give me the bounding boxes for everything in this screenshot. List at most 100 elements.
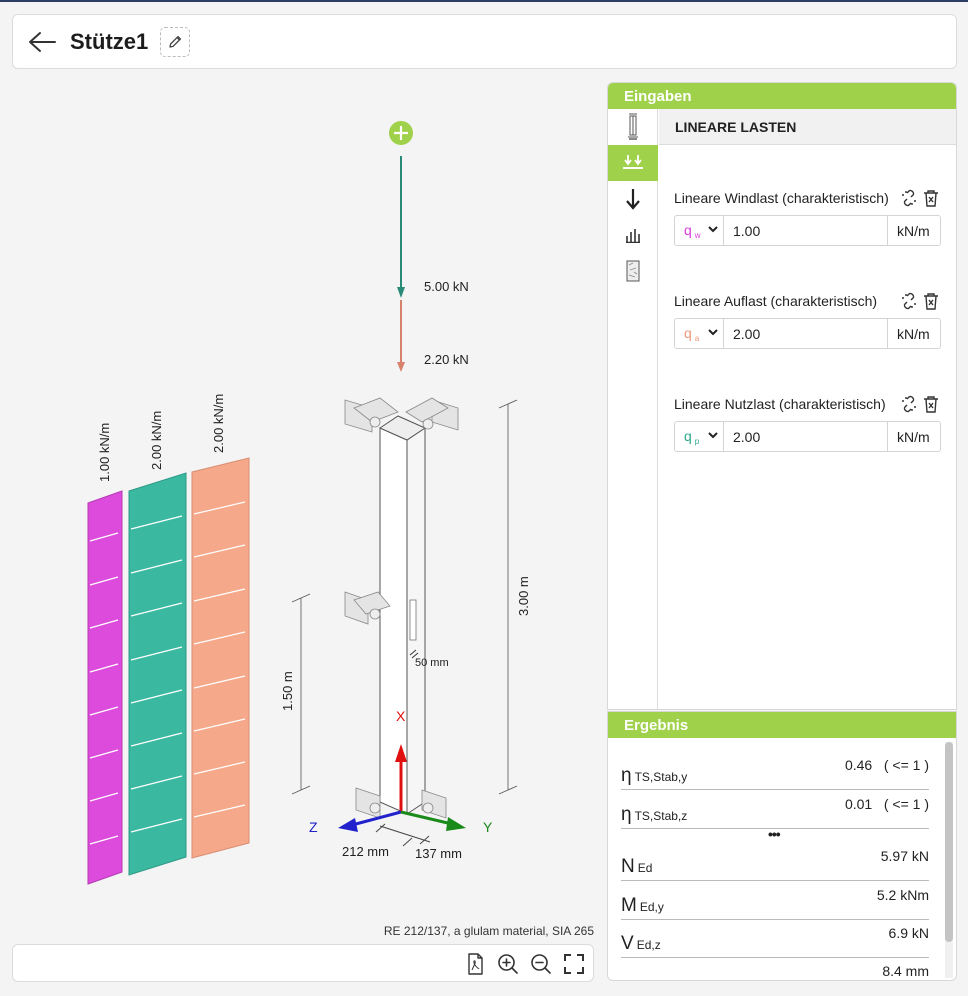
unlink-icon[interactable] (900, 395, 918, 413)
windload-symbol: q (684, 222, 692, 238)
windload-label: Lineare Windlast (charakteristisch) (674, 190, 889, 206)
unlink-icon[interactable] (900, 189, 918, 207)
deadload-symbol: q (684, 325, 692, 341)
tab-results-chart[interactable] (608, 217, 658, 253)
delete-icon[interactable] (922, 292, 940, 310)
fullscreen-button[interactable] (561, 951, 587, 977)
dead-load-panel (128, 472, 187, 876)
point-load-arrow-2 (397, 300, 405, 372)
tab-point-loads[interactable] (608, 181, 658, 217)
windload-symbol-select[interactable]: qw (675, 216, 724, 245)
live-load-value: 2.00 kN/m (211, 394, 226, 453)
tab-column-geometry[interactable] (608, 109, 658, 145)
windload-input-row: qw kN/m (674, 215, 941, 246)
model-canvas[interactable]: 5.00 kN 2.20 kN 1.00 kN/m 2.00 kN/m 2.00… (0, 72, 605, 942)
linear-load-icon (623, 155, 643, 169)
result-row-w: w 8.4 mm (621, 960, 929, 980)
result-symbol-sub: Ed,y (639, 900, 664, 914)
results-scrollbar[interactable] (945, 742, 953, 978)
liveload-symbol-sub: p (694, 437, 700, 446)
tab-material[interactable] (608, 253, 658, 289)
delete-icon[interactable] (922, 395, 940, 413)
back-arrow-icon[interactable] (27, 29, 57, 55)
dim-height-line (498, 399, 518, 795)
fullscreen-icon (564, 954, 584, 974)
zoom-out-button[interactable] (528, 951, 554, 977)
axis-z-label: Z (309, 819, 318, 835)
liveload-label: Lineare Nutzlast (charakteristisch) (674, 396, 886, 412)
liveload-input-row: qp kN/m (674, 421, 941, 452)
dim-mid-label: 1.50 m (280, 671, 295, 711)
export-pdf-button[interactable] (462, 951, 488, 977)
section-title: LINEARE LASTEN (659, 109, 956, 145)
result-value: 6.9 kN (888, 925, 929, 941)
chevron-down-icon (708, 226, 718, 233)
more-results-button[interactable]: ••• (768, 826, 781, 842)
liveload-unit: kN/m (887, 422, 940, 451)
liveload-symbol: q (684, 428, 692, 444)
result-value: 8.4 mm (882, 963, 929, 979)
result-symbol: M (621, 895, 637, 916)
liveload-symbol-select[interactable]: qp (675, 422, 724, 451)
wind-load-value: 1.00 kN/m (97, 423, 112, 482)
pdf-icon (468, 953, 483, 975)
dim-bottom-lines (375, 823, 431, 847)
pencil-icon (169, 35, 182, 48)
arrow-down-icon (626, 189, 640, 210)
point-load-arrow-1 (397, 156, 405, 298)
zoom-in-icon (498, 954, 518, 974)
live-load-panel (191, 457, 250, 859)
bar-chart-icon (626, 229, 640, 243)
results-scroll-thumb[interactable] (945, 742, 953, 942)
result-symbol-sub: Ed (637, 861, 653, 875)
page-header: Stütze1 (12, 14, 957, 69)
deadload-label: Lineare Auflast (charakteristisch) (674, 293, 878, 309)
axis-y-arrow (400, 810, 466, 831)
zoom-out-icon (531, 954, 551, 974)
column-icon (628, 113, 638, 140)
delete-icon[interactable] (922, 189, 940, 207)
material-note: RE 212/137, a glulam material, SIA 265 (383, 924, 594, 938)
result-row-eta-y: η TS,Stab,y 0.46 ( <= 1 ) (621, 754, 929, 790)
windload-symbol-sub: w (694, 231, 701, 240)
result-value: 0.46 ( <= 1 ) (844, 757, 929, 773)
liveload-value-input[interactable] (725, 422, 887, 451)
deadload-value-input[interactable] (725, 319, 887, 348)
result-row-ned: N Ed 5.97 kN (621, 845, 929, 881)
result-symbol-sub: Ed,z (636, 938, 661, 952)
unlink-icon[interactable] (900, 292, 918, 310)
windload-value-input[interactable] (725, 216, 887, 245)
point-load-label-2: 2.20 kN (424, 352, 469, 367)
dead-load-value: 2.00 kN/m (149, 411, 164, 470)
page-title: Stütze1 (70, 29, 149, 54)
canvas-toolbar (12, 944, 594, 982)
result-symbol-sub: TS,Stab,z (634, 809, 688, 823)
add-load-button[interactable] (389, 121, 413, 145)
input-category-tabs (608, 109, 658, 709)
result-row-med: M Ed,y 5.2 kNm (621, 884, 929, 920)
chevron-down-icon (708, 432, 718, 439)
deadload-symbol-sub: a (694, 334, 700, 343)
tab-linear-loads[interactable] (608, 145, 658, 181)
dim-height-label: 3.00 m (516, 576, 531, 616)
wind-load-panel (87, 490, 123, 885)
material-icon (626, 260, 640, 282)
zoom-in-button[interactable] (495, 951, 521, 977)
chevron-down-icon (708, 329, 718, 336)
edit-title-button[interactable] (160, 27, 190, 57)
dim-offset-label: 50 mm (415, 657, 449, 669)
result-row-ved: V Ed,z 6.9 kN (621, 922, 929, 958)
results-panel-header: Ergebnis (608, 712, 956, 738)
result-symbol: η (621, 804, 632, 825)
result-value: 0.01 ( <= 1 ) (844, 796, 929, 812)
result-symbol: V (621, 933, 634, 954)
result-symbol: η (621, 765, 632, 786)
inputs-panel-header: Eingaben (608, 83, 956, 109)
result-value: 5.2 kNm (876, 887, 929, 903)
result-row-eta-z: η TS,Stab,z 0.01 ( <= 1 ) (621, 793, 929, 829)
result-symbol-sub: TS,Stab,y (634, 770, 688, 784)
result-value: 5.97 kN (880, 848, 929, 864)
dim-y-label: 137 mm (415, 846, 462, 861)
deadload-symbol-select[interactable]: qa (675, 319, 724, 348)
deadload-unit: kN/m (887, 319, 940, 348)
